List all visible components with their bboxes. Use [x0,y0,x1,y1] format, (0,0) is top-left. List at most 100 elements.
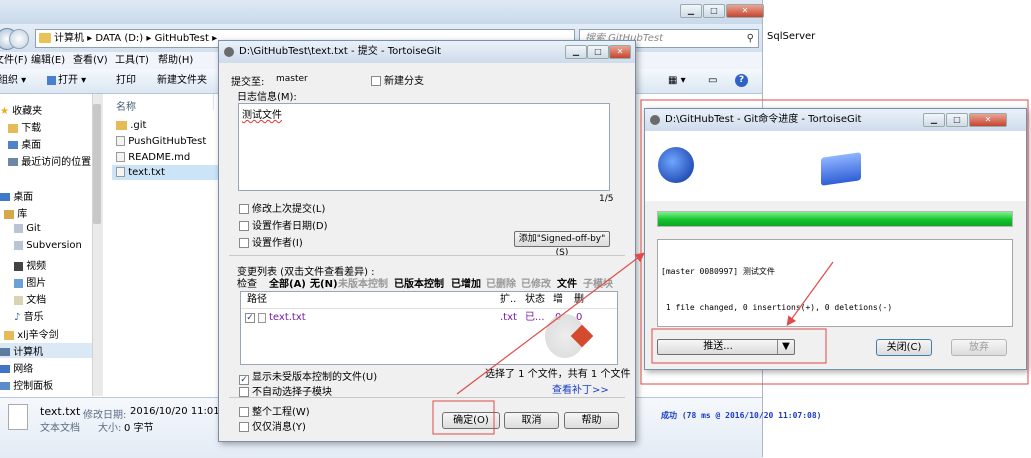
tree-item-documents[interactable]: 文档 [14,291,46,306]
commit-close-button[interactable]: ✕ [609,45,631,59]
header-del[interactable]: 删 [574,292,584,308]
header-add[interactable]: 增 [553,292,563,308]
selection-info: 选择了 1 个文件，共有 1 个文件 [485,369,631,380]
tree-item-computer[interactable]: 计算机 [0,343,92,358]
filter-unversioned[interactable]: 未版本控制 [338,275,388,290]
file-item-text-txt[interactable]: text.txt [112,165,222,180]
filter-added[interactable]: 已增加 [451,275,481,290]
view-patch-link[interactable]: 查看补丁>> [552,381,609,396]
breadcrumb-computer[interactable]: 计算机 [54,33,84,44]
cancel-button[interactable]: 取消 [504,412,559,429]
tree-item-git[interactable]: Git [14,223,41,234]
menu-view[interactable]: 查看(V) [73,52,108,69]
whole-project-checkbox[interactable]: 整个工程(W) [239,403,310,418]
filter-files[interactable]: 文件 [557,275,577,290]
progress-close-button[interactable]: ✕ [969,113,1007,127]
checkbox-box[interactable] [239,422,249,432]
filter-submodules[interactable]: 子模块 [583,275,613,290]
menu-edit[interactable]: 编辑(E) [31,52,65,69]
tree-item-user[interactable]: xlj辛令剑 [4,326,59,341]
checkbox-box[interactable] [239,204,249,214]
tree-item-subversion[interactable]: Subversion [14,240,82,251]
message-counter: 1/5 [599,194,614,204]
preview-pane-icon[interactable]: ▭ [708,69,717,93]
sqlserver-label[interactable]: SqlServer [767,31,815,42]
push-button[interactable]: 推送... ▼ [657,339,795,355]
checkbox-box[interactable] [239,238,249,248]
progress-minimize-button[interactable]: ▁ [923,113,945,127]
explorer-close-button[interactable]: ✕ [726,4,764,18]
header-ext[interactable]: 扩.. [500,292,516,308]
column-header-name[interactable]: 名称 [116,98,136,113]
search-icon[interactable]: ⚲ [747,30,754,47]
filter-deleted[interactable]: 已删除 [486,275,516,290]
header-status[interactable]: 状态 [525,292,545,308]
no-auto-submodule-checkbox[interactable]: 不自动选择子模块 [239,383,332,398]
help-button[interactable]: 帮助 [564,412,619,429]
tree-item-downloads[interactable]: 下载 [8,119,41,134]
commit-minimize-button[interactable]: ▁ [565,45,587,59]
new-branch-checkbox[interactable]: 新建分支 [371,72,424,87]
tree-item-libraries[interactable]: 库 [4,205,27,220]
file-item-git[interactable]: .git [116,120,146,131]
tree-item-desktop-fav[interactable]: 桌面 [8,136,41,151]
message-only-checkbox[interactable]: 仅仅消息(Y) [239,418,306,433]
commit-maximize-button[interactable]: □ [587,45,609,59]
tree-item-network[interactable]: 网络 [0,360,33,375]
filter-modified[interactable]: 已修改 [521,275,551,290]
help-icon[interactable]: ? [735,74,748,87]
view-options-icon[interactable]: ▦ ▾ [668,69,686,93]
table-header: 路径 扩.. 状态 增 删 [241,292,617,309]
dropdown-arrow-icon[interactable]: ▼ [777,340,794,354]
explorer-minimize-button[interactable]: ▁ [680,4,702,18]
tree-item-pictures[interactable]: 图片 [14,274,46,289]
breadcrumb-drive[interactable]: DATA (D:) [95,33,143,44]
signoff-button[interactable]: 添加"Signed-off-by"(S) [514,231,610,258]
tree-item-music[interactable]: ♪ 音乐 [14,308,44,324]
tree-item-favorites[interactable]: ★ 收藏夹 [0,102,43,118]
filter-versioned[interactable]: 已版本控制 [394,275,444,290]
details-size-value: 0 字节 [124,423,154,434]
video-icon [14,261,23,271]
filter-all[interactable]: 全部(A) [269,275,306,290]
tree-item-control-panel[interactable]: 控制面板 [0,377,53,392]
checkbox-box[interactable] [239,387,249,397]
tree-item-desktop[interactable]: 桌面 [0,188,33,203]
close-button[interactable]: 关闭(C) [876,339,932,356]
log-message-input[interactable]: 测试文件 [238,103,610,191]
file-item-readme[interactable]: README.md [116,152,190,163]
checkbox-box[interactable] [239,221,249,231]
menu-help[interactable]: 帮助(H) [158,52,193,69]
tree-label: 控制面板 [13,381,54,392]
forward-button[interactable] [9,29,29,49]
abort-button: 放弃 [951,339,1007,356]
tree-item-videos[interactable]: 视频 [14,257,46,272]
progress-bar-fill [658,212,1012,226]
organize-button[interactable]: 组织 ▾ [0,69,26,93]
tree-label: 收藏夹 [12,106,43,117]
progress-dialog: D:\GitHubTest - Git命令进度 - TortoiseGit ▁ … [644,108,1027,420]
progress-log[interactable]: [master 0080997] 测试文件 1 file changed, 0 … [657,239,1013,420]
progress-title: D:\GitHubTest - Git命令进度 - TortoiseGit [665,114,862,125]
set-author-date-checkbox[interactable]: 设置作者日期(D) [239,217,328,232]
new-folder-button[interactable]: 新建文件夹 [157,69,207,93]
open-button[interactable]: 打开 ▾ [47,69,86,93]
set-author-checkbox[interactable]: 设置作者(I) [239,234,303,249]
checkbox-box[interactable] [371,76,381,86]
row-checkbox[interactable] [245,313,255,323]
progress-maximize-button[interactable]: □ [946,113,968,127]
filter-none[interactable]: 无(N) [310,275,338,290]
ok-button[interactable]: 确定(O) [442,412,500,429]
explorer-maximize-button[interactable]: □ [703,4,725,18]
menu-tools[interactable]: 工具(T) [115,52,149,69]
navigation-scroll-thumb[interactable] [93,104,101,224]
checkbox-box[interactable] [239,407,249,417]
file-item-pushgithubtest[interactable]: PushGitHubTest [116,136,206,147]
tree-item-recent[interactable]: 最近访问的位置 [8,153,91,168]
header-path[interactable]: 路径 [247,292,267,308]
print-button[interactable]: 打印 [116,69,136,93]
breadcrumb-folder[interactable]: GitHubTest [155,33,209,44]
log-message-text: 测试文件 [242,110,282,121]
amend-checkbox[interactable]: 修改上次提交(L) [239,200,325,215]
menu-file[interactable]: 文件(F) [0,52,28,69]
